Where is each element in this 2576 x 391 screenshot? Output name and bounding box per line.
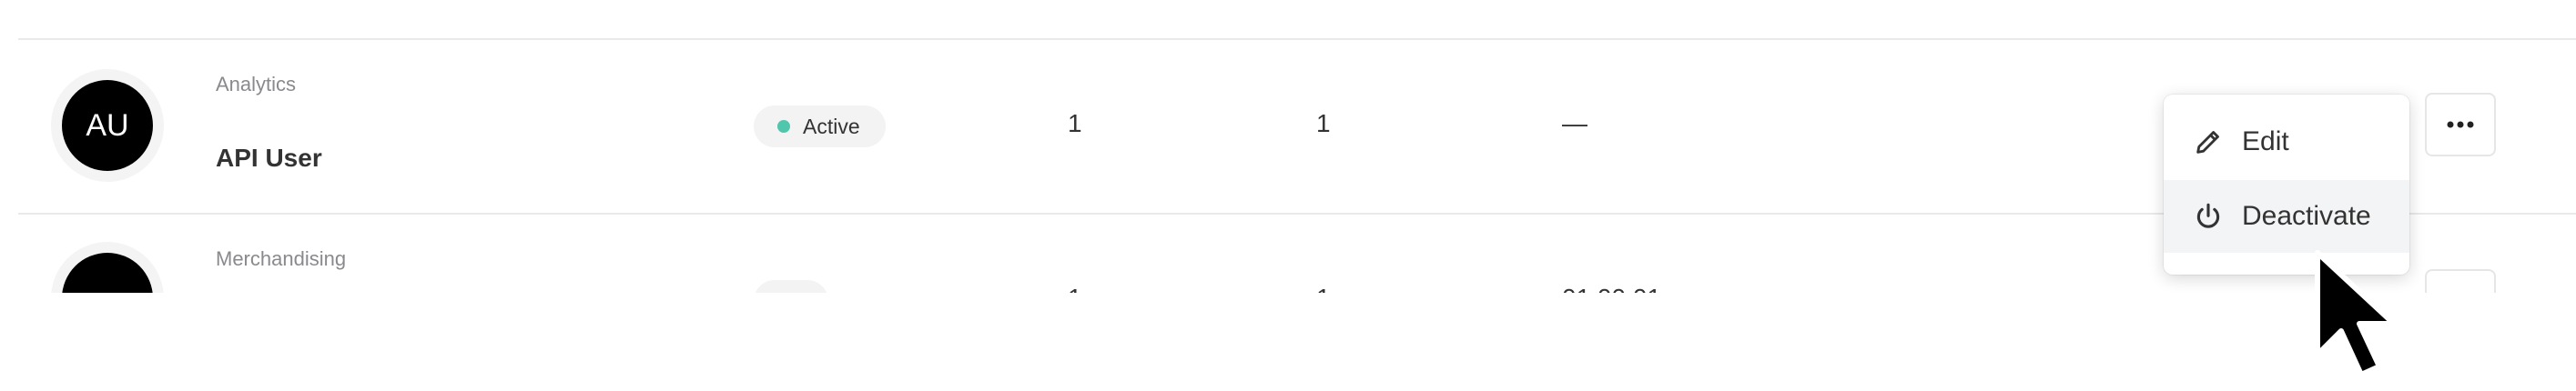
table-cell: 1 bbox=[1068, 284, 1082, 293]
table-cell: 1 bbox=[1316, 284, 1331, 293]
mouse-pointer-icon bbox=[2315, 250, 2397, 377]
more-actions-button[interactable] bbox=[2425, 269, 2496, 293]
table-cell: — bbox=[1562, 109, 1587, 137]
user-name: API User bbox=[216, 144, 322, 172]
pencil-icon bbox=[2196, 131, 2219, 154]
more-actions-button[interactable] bbox=[2425, 93, 2496, 156]
menu-item-label: Deactivate bbox=[2242, 201, 2371, 231]
status-badge bbox=[754, 280, 828, 293]
avatar-ring bbox=[51, 242, 164, 293]
table-cell: 1 bbox=[1068, 109, 1082, 137]
table-cell: 1 bbox=[1316, 109, 1331, 137]
user-department: Analytics bbox=[216, 73, 297, 95]
ellipsis-icon bbox=[2447, 121, 2474, 128]
avatar-ring: AU bbox=[51, 69, 164, 182]
user-department: Merchandising bbox=[216, 247, 347, 270]
avatar: AU bbox=[62, 80, 153, 171]
status-dot bbox=[777, 120, 790, 133]
status-label: Active bbox=[803, 115, 860, 138]
menu-item-label: Edit bbox=[2242, 126, 2289, 156]
table-cell: 01:00:01 bbox=[1562, 284, 1661, 293]
avatar bbox=[62, 253, 153, 293]
menu-item-edit[interactable]: Edit bbox=[2164, 105, 2409, 178]
power-icon bbox=[2196, 203, 2220, 228]
users-table: AU Analytics API User Active 1 1 — Merch… bbox=[0, 0, 2576, 293]
status-badge: Active bbox=[754, 105, 886, 147]
menu-item-deactivate[interactable]: Deactivate bbox=[2164, 180, 2409, 253]
